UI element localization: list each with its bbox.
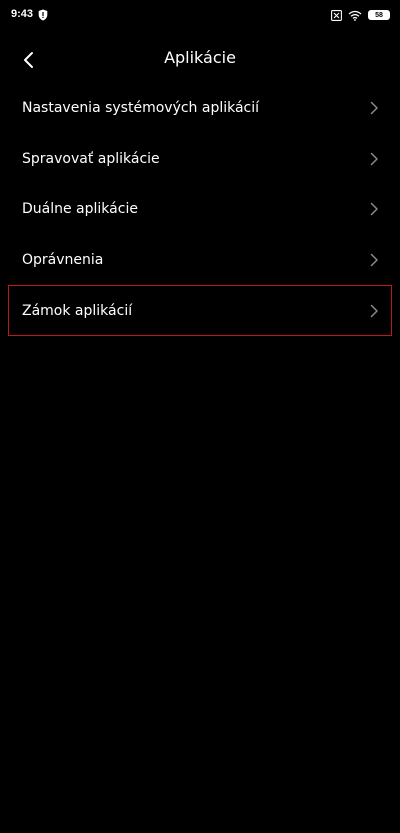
menu-item-label: Nastavenia systémových aplikácií — [22, 100, 260, 117]
chevron-right-icon — [370, 203, 378, 216]
chevron-right-icon — [370, 102, 378, 115]
menu-item-permissions[interactable]: Oprávnenia — [0, 235, 400, 286]
wifi-icon — [348, 10, 362, 21]
menu-item-app-lock[interactable]: Zámok aplikácií — [0, 285, 400, 336]
status-bar: 9:43 58 — [0, 0, 400, 32]
menu-item-dual-apps[interactable]: Duálne aplikácie — [0, 184, 400, 235]
status-icons: 58 — [331, 8, 390, 22]
shield-icon — [38, 9, 48, 21]
chevron-right-icon — [370, 304, 378, 317]
page-title: Aplikácie — [164, 48, 236, 67]
header: Aplikácie — [0, 32, 400, 88]
menu-item-label: Zámok aplikácií — [22, 302, 133, 319]
menu-item-label: Spravovať aplikácie — [22, 150, 160, 167]
sim-off-icon — [331, 9, 342, 21]
chevron-right-icon — [370, 152, 378, 166]
menu-item-system-app-settings[interactable]: Nastavenia systémových aplikácií — [0, 83, 400, 134]
menu-item-manage-apps[interactable]: Spravovať aplikácie — [0, 134, 400, 185]
chevron-right-icon — [370, 253, 378, 267]
menu-item-label: Duálne aplikácie — [22, 201, 138, 218]
menu-item-label: Oprávnenia — [22, 252, 104, 269]
battery-level: 58 — [375, 11, 383, 19]
settings-menu: Nastavenia systémových aplikácií Spravov… — [0, 83, 400, 336]
battery-icon: 58 — [368, 10, 390, 20]
status-time: 9:43 — [11, 8, 34, 20]
